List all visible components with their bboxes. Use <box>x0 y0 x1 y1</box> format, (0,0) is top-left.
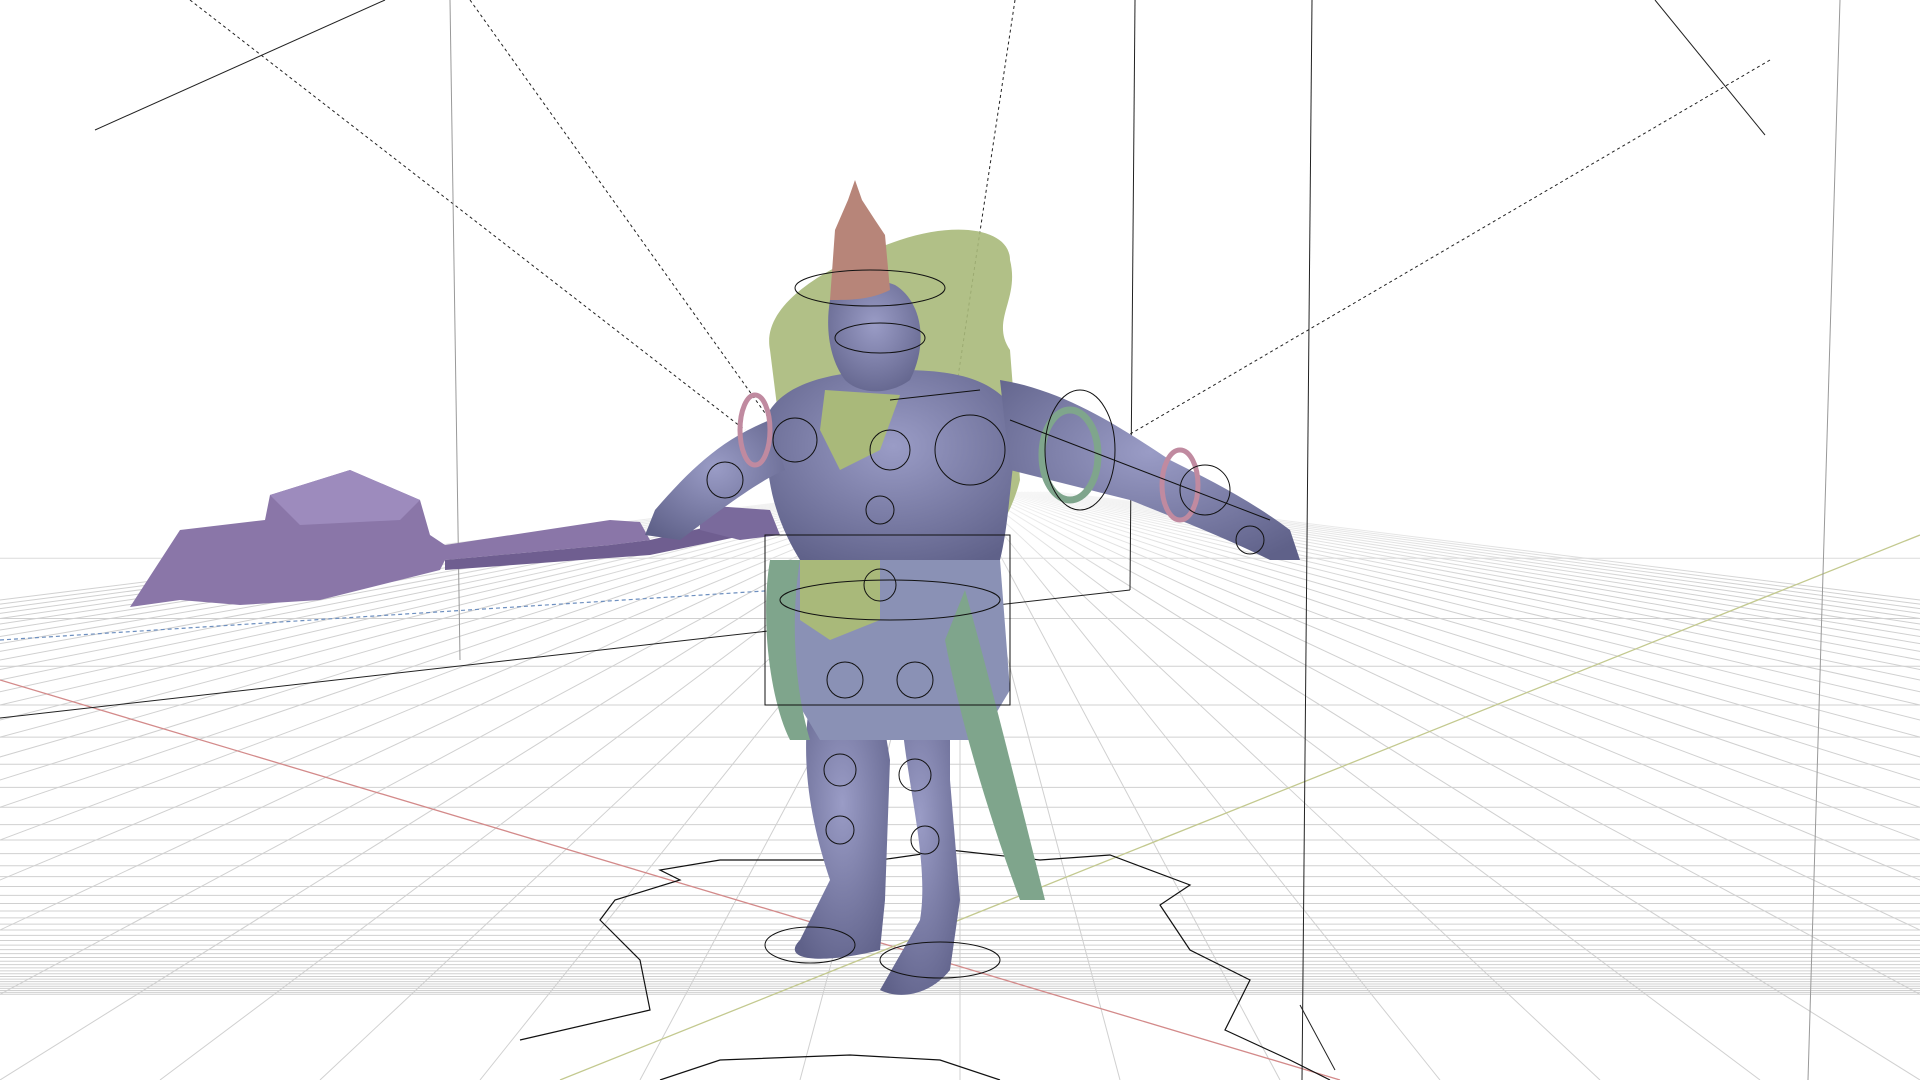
scene-canvas[interactable] <box>0 0 1920 1080</box>
3d-viewport[interactable] <box>0 0 1920 1080</box>
x-axis-line <box>0 679 1341 1080</box>
